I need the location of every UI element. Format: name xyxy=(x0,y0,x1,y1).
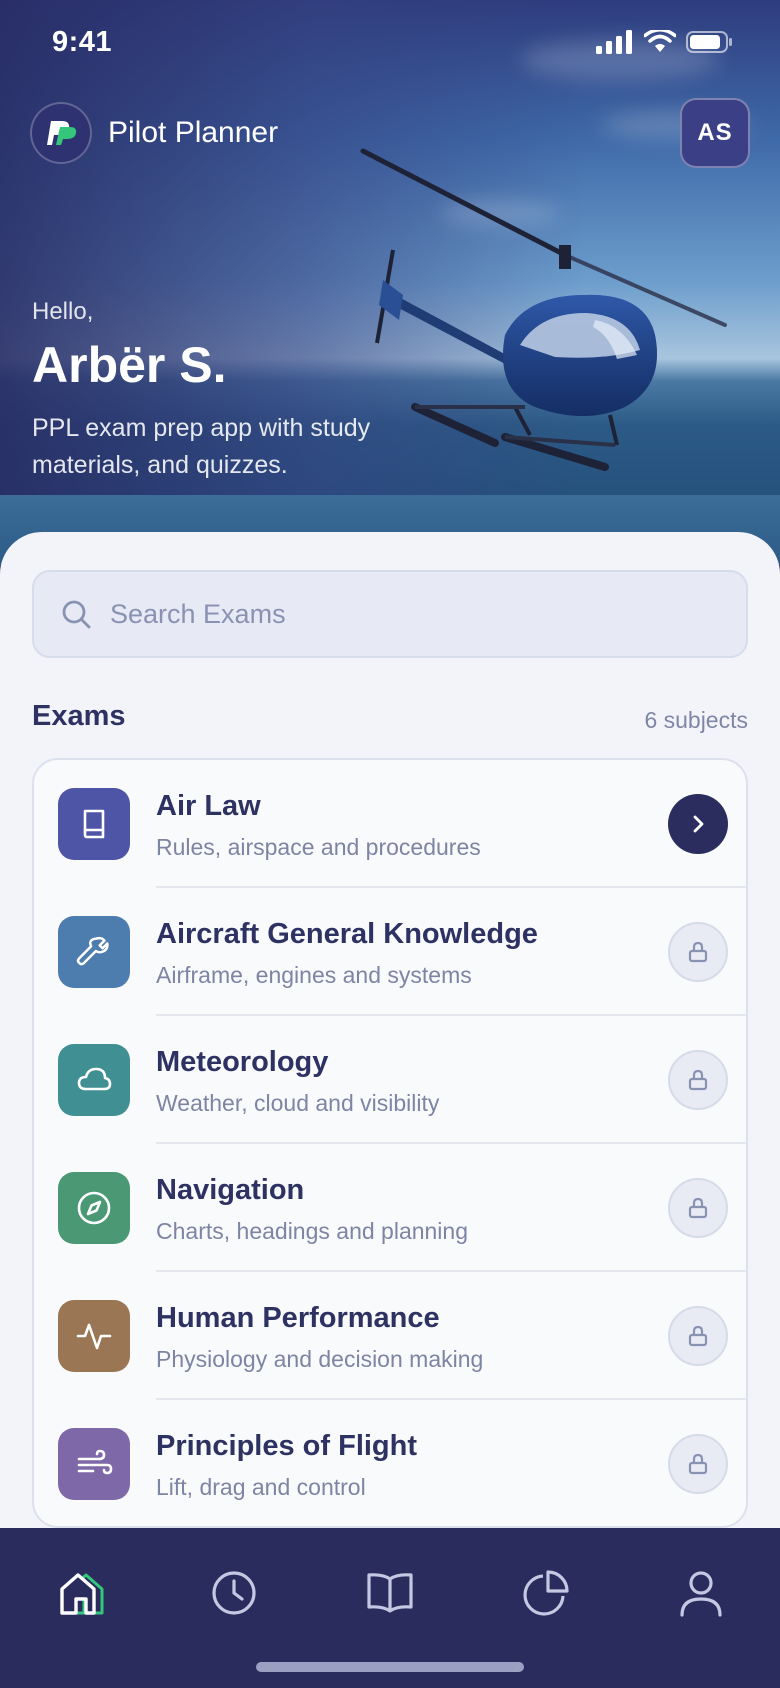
exam-item-air-law[interactable]: Air Law Rules, airspace and procedures xyxy=(34,760,746,888)
tab-profile[interactable] xyxy=(666,1558,736,1628)
status-icons xyxy=(596,30,734,54)
app-screen: 9:41 Pilot Planner AS Hello, Arbër S. PP… xyxy=(0,0,780,1688)
app-logo-icon xyxy=(30,102,92,164)
locked-button[interactable] xyxy=(668,1434,728,1494)
wind-icon xyxy=(58,1428,130,1500)
wrench-icon xyxy=(58,916,130,988)
exam-subtitle: Airframe, engines and systems xyxy=(156,962,472,988)
lock-icon xyxy=(688,941,708,963)
hero-banner: 9:41 Pilot Planner AS Hello, Arbër S. PP… xyxy=(0,0,780,565)
user-icon xyxy=(680,1571,722,1617)
status-bar: 9:41 xyxy=(0,0,780,88)
exams-section-title: Exams xyxy=(32,700,126,732)
open-book-icon xyxy=(367,1573,413,1613)
battery-icon xyxy=(686,31,732,53)
status-time: 9:41 xyxy=(52,26,113,58)
compass-icon xyxy=(58,1172,130,1244)
brand[interactable]: Pilot Planner xyxy=(30,102,278,164)
tab-home[interactable] xyxy=(48,1558,118,1628)
pie-chart-icon xyxy=(523,1570,569,1616)
app-name: Pilot Planner xyxy=(108,116,279,149)
locked-button[interactable] xyxy=(668,1050,728,1110)
exam-title: Principles of Flight xyxy=(156,1430,418,1462)
exam-item-meteorology[interactable]: Meteorology Weather, cloud and visibilit… xyxy=(34,1016,746,1144)
book-icon xyxy=(58,788,130,860)
wifi-icon xyxy=(644,30,676,52)
exam-title: Aircraft General Knowledge xyxy=(156,918,538,950)
tab-stats[interactable] xyxy=(511,1558,581,1628)
exam-subtitle: Rules, airspace and procedures xyxy=(156,834,481,860)
lock-icon xyxy=(688,1325,708,1347)
exam-item-aircraft-general-knowledge[interactable]: Aircraft General Knowledge Airframe, eng… xyxy=(34,888,746,1016)
exam-item-human-performance[interactable]: Human Performance Physiology and decisio… xyxy=(34,1272,746,1400)
home-indicator xyxy=(256,1662,524,1672)
tab-library[interactable] xyxy=(355,1558,425,1628)
locked-button[interactable] xyxy=(668,922,728,982)
locked-button[interactable] xyxy=(668,1178,728,1238)
avatar[interactable]: AS xyxy=(680,98,750,168)
user-name: Arbër S. xyxy=(32,337,227,393)
exam-subtitle: Weather, cloud and visibility xyxy=(156,1090,440,1116)
greeting-label: Hello, xyxy=(32,298,94,325)
search-input[interactable]: Search Exams xyxy=(32,570,748,658)
exam-item-principles-of-flight[interactable]: Principles of Flight Lift, drag and cont… xyxy=(34,1400,746,1526)
exam-subtitle: Lift, drag and control xyxy=(156,1474,366,1500)
chevron-right-icon xyxy=(693,815,704,833)
search-icon xyxy=(62,600,91,629)
activity-icon xyxy=(58,1300,130,1372)
lock-icon xyxy=(688,1453,708,1475)
app-tagline: PPL exam prep app with study materials, … xyxy=(32,414,371,479)
exam-item-navigation[interactable]: Navigation Charts, headings and planning xyxy=(34,1144,746,1272)
home-icon xyxy=(60,1573,104,1615)
exams-count: 6 subjects xyxy=(644,707,748,733)
clock-icon xyxy=(212,1571,256,1615)
cloud-icon xyxy=(58,1044,130,1116)
exam-title: Navigation xyxy=(156,1174,305,1206)
exam-list: Air Law Rules, airspace and procedures A… xyxy=(32,758,748,1528)
locked-button[interactable] xyxy=(668,1306,728,1366)
exam-title: Air Law xyxy=(156,790,261,822)
exam-title: Human Performance xyxy=(156,1302,440,1334)
exam-subtitle: Charts, headings and planning xyxy=(156,1218,469,1244)
lock-icon xyxy=(688,1197,708,1219)
exam-title: Meteorology xyxy=(156,1046,329,1078)
open-exam-button[interactable] xyxy=(668,794,728,854)
search-placeholder: Search Exams xyxy=(110,598,286,629)
exam-subtitle: Physiology and decision making xyxy=(156,1346,484,1372)
lock-icon xyxy=(688,1069,708,1091)
tab-history[interactable] xyxy=(199,1558,269,1628)
signal-icon xyxy=(596,30,632,54)
